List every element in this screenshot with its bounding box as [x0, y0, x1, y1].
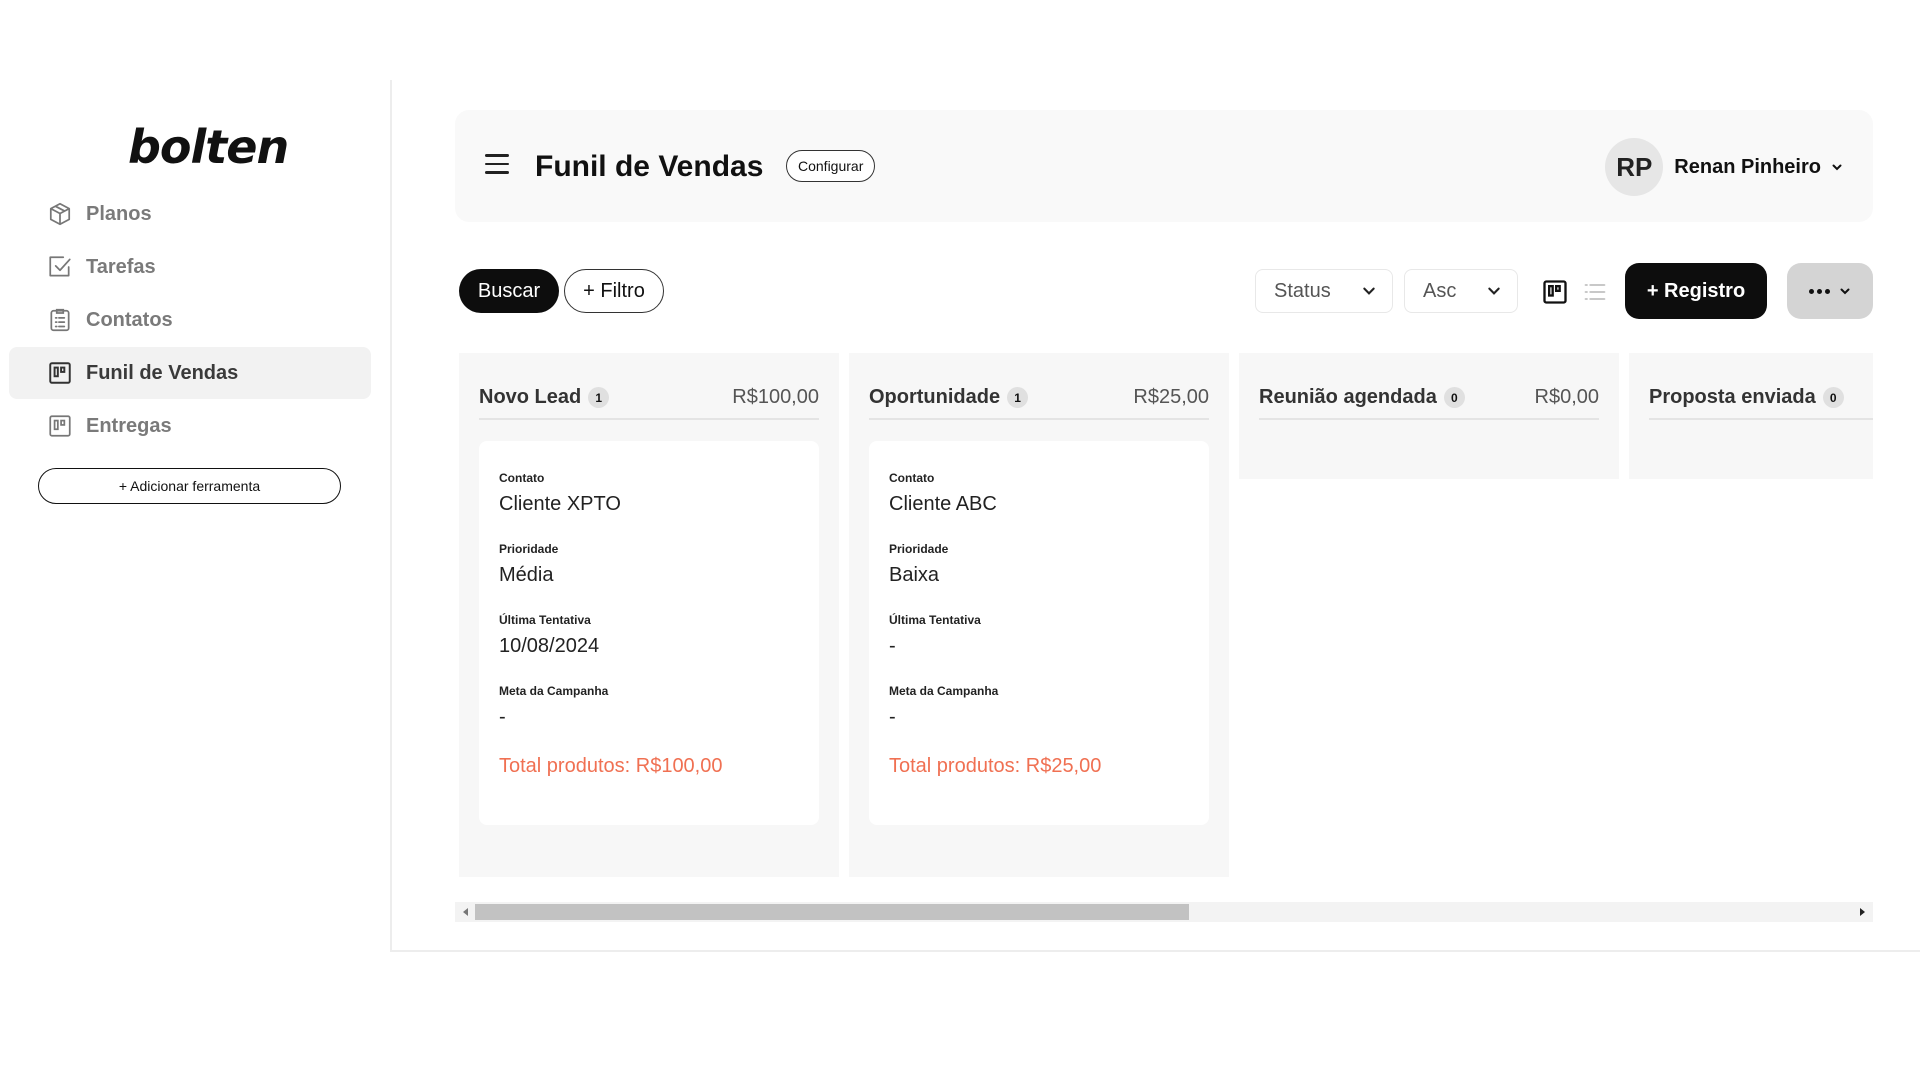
kanban-board: Novo Lead 1 R$100,00 Contato Cliente XPTO… [459, 353, 1873, 877]
column-total: R$100,00 [732, 386, 819, 408]
column-title: Reunião agendada 0 [1259, 386, 1465, 409]
sidebar-item-label: Tarefas [86, 255, 156, 278]
menu-icon[interactable] [485, 154, 509, 178]
field-label: Última Tentativa [889, 613, 981, 627]
field-value: Baixa [889, 564, 940, 586]
horizontal-scrollbar[interactable] [455, 902, 1873, 922]
clipboard-list-icon [46, 306, 74, 334]
field-label: Prioridade [499, 542, 559, 556]
page-header: Funil de Vendas Configurar RP Renan Pinh… [455, 110, 1873, 222]
chevron-down-icon [1363, 287, 1375, 295]
sidebar-item-label: Planos [86, 202, 152, 225]
card-total: Total produtos: R$100,00 [499, 755, 723, 777]
sidebar-item-tarefas[interactable]: Tarefas [9, 241, 371, 293]
more-options-button[interactable] [1787, 263, 1873, 319]
chevron-down-icon [1488, 287, 1500, 295]
deal-card[interactable]: Contato Cliente ABC Prioridade Baixa Últ… [869, 441, 1209, 825]
column-title: Oportunidade 1 [869, 386, 1029, 409]
kanban-icon [46, 412, 74, 440]
kanban-icon [46, 359, 74, 387]
sidebar-item-contatos[interactable]: Contatos [9, 294, 371, 346]
add-record-button[interactable]: + Registro [1625, 263, 1767, 319]
sidebar-item-label: Funil de Vendas [86, 361, 239, 384]
field-value: - [889, 706, 896, 728]
add-filter-button[interactable]: + Filtro [564, 269, 664, 313]
field-label: Última Tentativa [499, 613, 591, 627]
deal-card[interactable]: Contato Cliente XPTO Prioridade Média Úl… [479, 441, 819, 825]
checkbox-icon [46, 253, 74, 281]
column-name: Novo Lead [479, 386, 582, 408]
order-select-value: Asc [1423, 279, 1457, 302]
divider [392, 950, 1920, 952]
column-name: Reunião agendada [1259, 386, 1437, 408]
field-value: - [499, 706, 506, 728]
sidebar-item-entregas[interactable]: Entregas [9, 400, 371, 452]
page-title: Funil de Vendas [535, 150, 764, 183]
field-label: Meta da Campanha [499, 684, 609, 698]
field-label: Meta da Campanha [889, 684, 999, 698]
sidebar-item-funil-de-vendas[interactable]: Funil de Vendas [9, 347, 371, 399]
field-value: Cliente XPTO [499, 493, 621, 515]
column-header: Proposta enviada 0 [1649, 386, 1873, 420]
card-total: Total produtos: R$25,00 [889, 755, 1102, 777]
chevron-down-icon [1832, 164, 1842, 171]
logo: bolten [128, 120, 289, 174]
column-count-badge: 1 [1007, 387, 1029, 408]
user-menu[interactable]: RP Renan Pinheiro [1605, 138, 1843, 196]
sidebar-nav: Planos Tarefas Contatos Funil de Vendas [9, 188, 371, 453]
box-icon [46, 200, 74, 228]
sidebar: bolten Planos Tarefas Contatos Funil de … [0, 80, 392, 952]
column-total: R$0,00 [1534, 386, 1600, 408]
toolbar: Buscar + Filtro Status Asc + Registro [459, 263, 1873, 319]
status-select[interactable]: Status [1255, 269, 1393, 313]
user-name: Renan Pinheiro [1674, 155, 1821, 178]
sidebar-item-label: Contatos [86, 308, 173, 331]
column-header: Novo Lead 1 R$100,00 [479, 386, 819, 420]
field-label: Contato [889, 471, 935, 485]
sidebar-item-planos[interactable]: Planos [9, 188, 371, 240]
board-column-reuniao-agendada: Reunião agendada 0 R$0,00 [1239, 353, 1619, 479]
column-header: Reunião agendada 0 R$0,00 [1259, 386, 1599, 420]
column-name: Proposta enviada [1649, 386, 1816, 408]
list-view-icon[interactable] [1581, 278, 1609, 306]
board-column-proposta-enviada: Proposta enviada 0 [1629, 353, 1873, 479]
column-count-badge: 0 [1822, 387, 1844, 408]
search-button[interactable]: Buscar [459, 269, 559, 313]
board-column-novo-lead: Novo Lead 1 R$100,00 Contato Cliente XPTO… [459, 353, 839, 877]
field-label: Contato [499, 471, 545, 485]
field-value: Média [499, 564, 554, 586]
field-value: 10/08/2024 [499, 635, 600, 657]
column-total: R$25,00 [1133, 386, 1209, 408]
more-icon [1809, 288, 1830, 294]
scroll-right-icon[interactable] [1860, 908, 1865, 916]
field-label: Prioridade [889, 542, 949, 556]
scroll-left-icon[interactable] [463, 908, 468, 916]
configure-button[interactable]: Configurar [786, 150, 876, 182]
chevron-down-icon [1840, 288, 1850, 295]
column-title: Novo Lead 1 [479, 386, 610, 409]
column-header: Oportunidade 1 R$25,00 [869, 386, 1209, 420]
board-column-oportunidade: Oportunidade 1 R$25,00 Contato Cliente AB… [849, 353, 1229, 877]
order-select[interactable]: Asc [1404, 269, 1518, 313]
app-root: bolten Planos Tarefas Contatos Funil de … [0, 0, 1920, 1080]
column-count-badge: 1 [588, 387, 610, 408]
sidebar-item-label: Entregas [86, 414, 172, 437]
column-name: Oportunidade [869, 386, 1001, 408]
column-count-badge: 0 [1443, 387, 1465, 408]
status-select-value: Status [1274, 279, 1331, 302]
scrollbar-thumb[interactable] [475, 904, 1189, 920]
add-tool-button[interactable]: + Adicionar ferramenta [38, 468, 341, 504]
field-value: Cliente ABC [889, 493, 997, 515]
column-title: Proposta enviada 0 [1649, 386, 1844, 409]
avatar: RP [1605, 138, 1664, 196]
field-value: - [889, 635, 896, 657]
board-view-icon[interactable] [1541, 278, 1569, 306]
